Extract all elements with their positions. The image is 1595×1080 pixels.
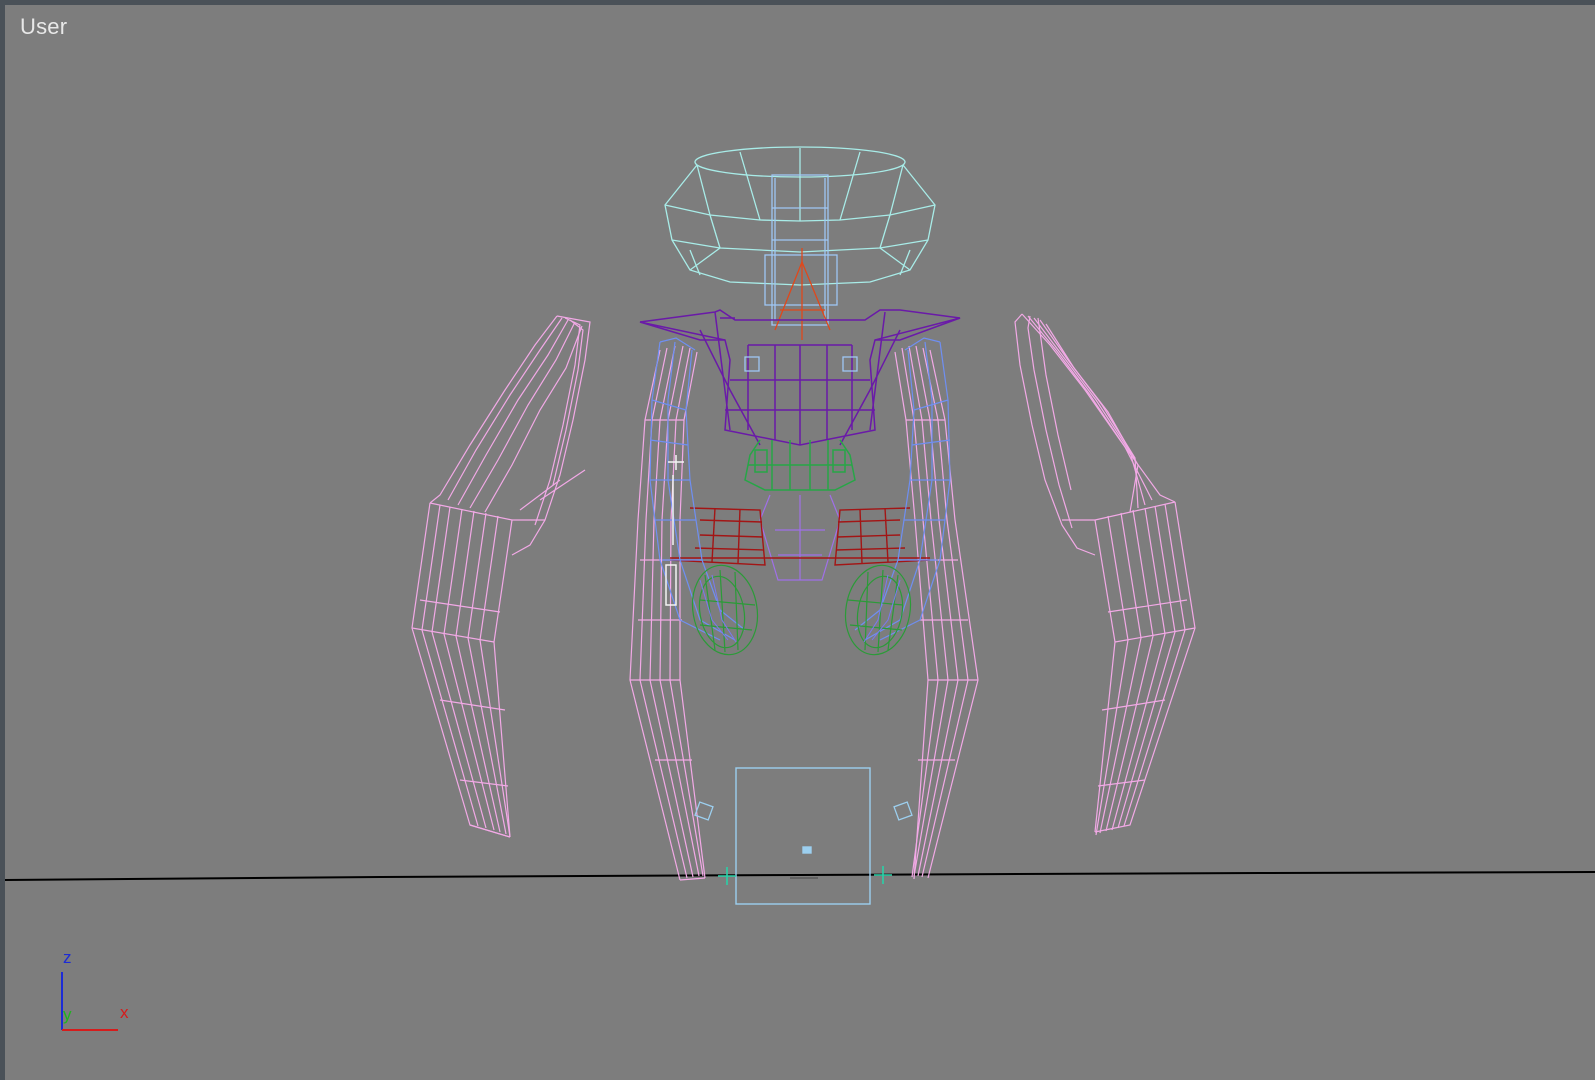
torso-mesh[interactable]	[639, 309, 961, 446]
left-hand-mesh[interactable]	[686, 560, 765, 660]
shoulder-markers	[744, 356, 858, 372]
lower-spine-mesh[interactable]	[759, 494, 841, 581]
x-axis-letter: x	[120, 1003, 129, 1022]
wireframe-scene[interactable]: z y x	[0, 0, 1595, 1080]
ground-plane-line	[4, 871, 1595, 881]
pelvis-mesh[interactable]	[744, 439, 856, 491]
root-control-box[interactable]	[735, 767, 871, 905]
neck-mesh[interactable]	[764, 174, 838, 326]
hand-finger-lines	[699, 574, 901, 643]
foot-markers	[694, 801, 913, 821]
z-axis-letter: z	[63, 948, 72, 967]
left-outer-leg-mesh[interactable]	[411, 315, 591, 838]
right-outer-leg-mesh[interactable]	[1014, 313, 1196, 836]
axis-tripod: z y x	[61, 948, 129, 1031]
right-inner-leg-mesh[interactable]	[894, 345, 979, 880]
right-hand-mesh[interactable]	[839, 560, 918, 660]
spine-bone	[774, 248, 831, 340]
y-axis-letter: y	[63, 1005, 72, 1024]
head-dish-mesh[interactable]	[664, 146, 936, 286]
